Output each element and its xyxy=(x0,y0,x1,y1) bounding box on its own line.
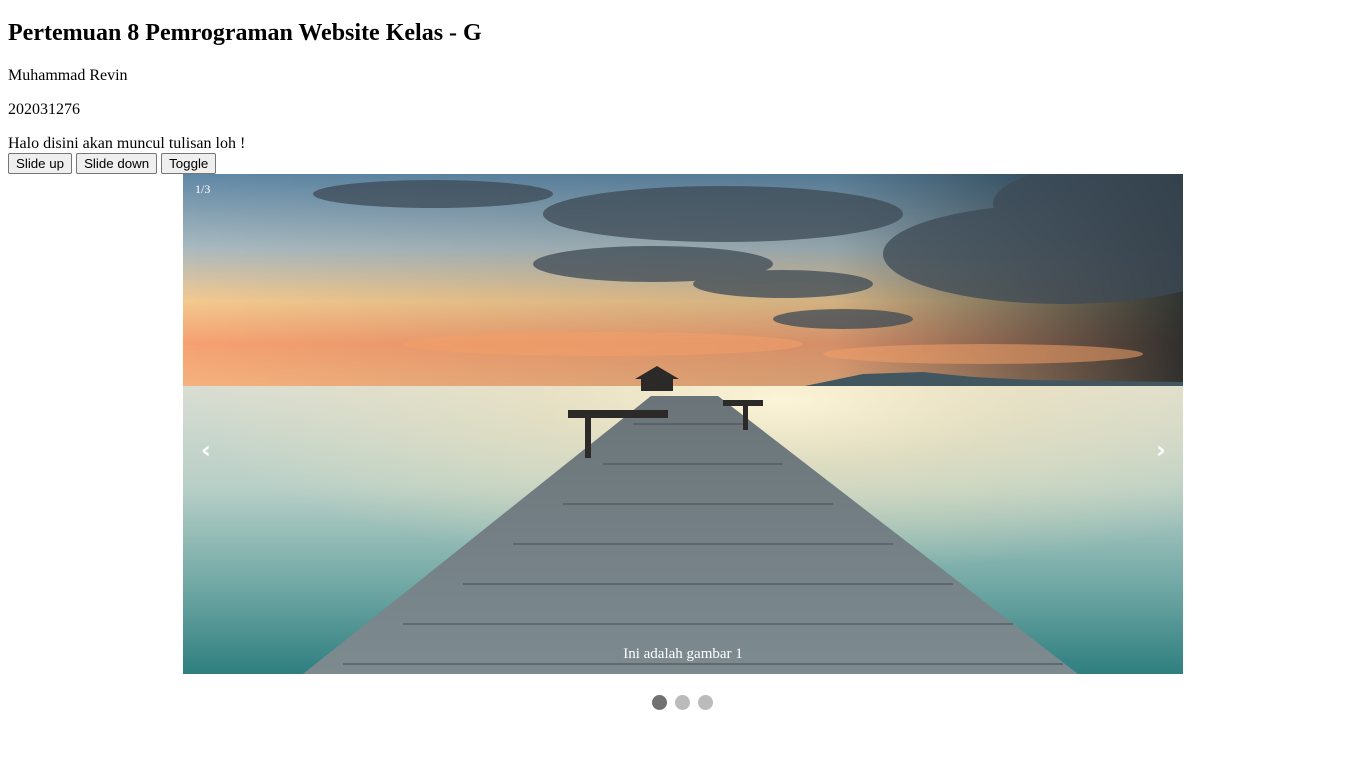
slide-up-button[interactable]: Slide up xyxy=(8,153,73,174)
slide-dots xyxy=(652,695,713,710)
page-title: Pertemuan 8 Pemrograman Website Kelas - … xyxy=(8,20,482,46)
chevron-left-icon[interactable]: ‹ xyxy=(188,432,224,468)
slide-caption: Ini adalah gambar 1 xyxy=(623,646,743,662)
student-name: Muhammad Revin xyxy=(8,67,128,84)
button-row: Slide up Slide down Toggle xyxy=(8,153,217,174)
student-id: 202031276 xyxy=(8,101,80,118)
toggle-button[interactable]: Toggle xyxy=(161,153,217,174)
slide-dot-3[interactable] xyxy=(698,695,713,710)
slide-dot-2[interactable] xyxy=(675,695,690,710)
slide-counter: 1/3 xyxy=(195,182,211,196)
slide-image-pier-sunset xyxy=(183,174,1183,674)
slide-down-button[interactable]: Slide down xyxy=(76,153,158,174)
message-text: Halo disini akan muncul tulisan loh ! xyxy=(8,135,246,152)
slideshow: 1/3 ‹ › Ini adalah gambar 1 xyxy=(183,174,1183,674)
page: Pertemuan 8 Pemrograman Website Kelas - … xyxy=(0,0,1366,768)
chevron-right-icon[interactable]: › xyxy=(1143,432,1179,468)
slide-dot-1[interactable] xyxy=(652,695,667,710)
